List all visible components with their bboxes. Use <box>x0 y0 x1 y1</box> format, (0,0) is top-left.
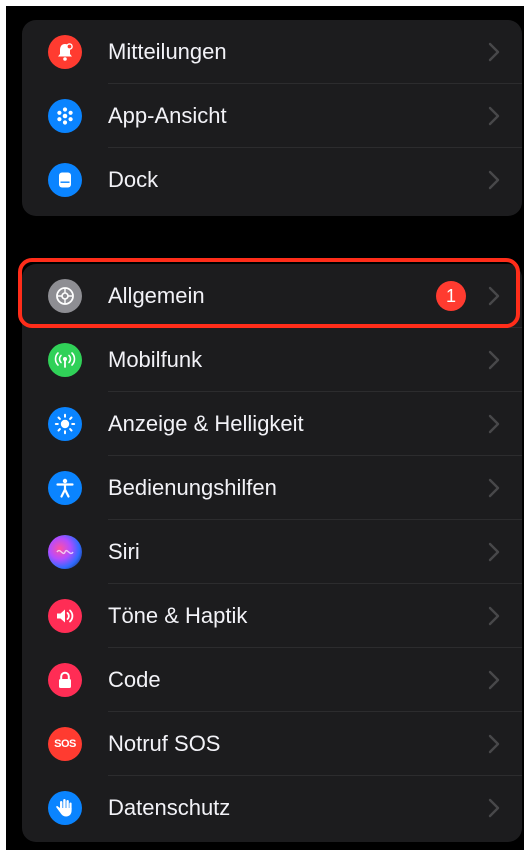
chevron-right-icon <box>488 414 500 434</box>
chevron-right-icon <box>488 350 500 370</box>
settings-row-mobilfunk[interactable]: Mobilfunk <box>22 328 522 392</box>
chevron-right-icon <box>488 42 500 62</box>
settings-row-siri[interactable]: Siri <box>22 520 522 584</box>
settings-row-toene-haptik[interactable]: Töne & Haptik <box>22 584 522 648</box>
chevron-right-icon <box>488 542 500 562</box>
speaker-icon <box>48 599 82 633</box>
chevron-right-icon <box>488 286 500 306</box>
siri-icon <box>48 535 82 569</box>
settings-row-datenschutz[interactable]: Datenschutz <box>22 776 522 840</box>
lock-icon <box>48 663 82 697</box>
chevron-right-icon <box>488 798 500 818</box>
brightness-sun-icon <box>48 407 82 441</box>
settings-row-label: Datenschutz <box>108 795 231 820</box>
antenna-icon <box>48 343 82 377</box>
settings-row-label: Siri <box>108 539 140 564</box>
settings-row-code[interactable]: Code <box>22 648 522 712</box>
accessibility-person-icon <box>48 471 82 505</box>
settings-row-label: Allgemein <box>108 283 205 308</box>
settings-row-app-ansicht[interactable]: App-Ansicht <box>22 84 522 148</box>
notification-badge: 1 <box>436 281 466 311</box>
chevron-right-icon <box>488 734 500 754</box>
settings-row-allgemein[interactable]: Allgemein 1 <box>22 264 522 328</box>
settings-row-dock[interactable]: Dock <box>22 148 522 212</box>
gear-icon <box>48 279 82 313</box>
settings-row-label: Anzeige & Helligkeit <box>108 411 304 436</box>
settings-row-notruf-sos[interactable]: SOS Notruf SOS <box>22 712 522 776</box>
chevron-right-icon <box>488 170 500 190</box>
settings-row-mitteilungen[interactable]: Mitteilungen <box>22 20 522 84</box>
hand-icon <box>48 791 82 825</box>
chevron-right-icon <box>488 670 500 690</box>
settings-row-label: App-Ansicht <box>108 103 227 128</box>
sos-icon-text: SOS <box>54 738 76 750</box>
settings-group-main: Allgemein 1 Mobilfunk Anzeige & Helligke… <box>22 264 522 842</box>
settings-row-label: Mobilfunk <box>108 347 203 372</box>
dock-icon <box>48 163 82 197</box>
app-grid-icon <box>48 99 82 133</box>
settings-row-bedienungshilfen[interactable]: Bedienungshilfen <box>22 456 522 520</box>
chevron-right-icon <box>488 606 500 626</box>
settings-row-label: Bedienungshilfen <box>108 475 277 500</box>
settings-row-label: Dock <box>108 167 159 192</box>
chevron-right-icon <box>488 478 500 498</box>
chevron-right-icon <box>488 106 500 126</box>
settings-row-anzeige-helligkeit[interactable]: Anzeige & Helligkeit <box>22 392 522 456</box>
settings-row-label: Code <box>108 667 161 692</box>
settings-row-label: Mitteilungen <box>108 39 227 64</box>
notification-bell-icon <box>48 35 82 69</box>
settings-screen: Mitteilungen App-Ansicht Dock Allgemein … <box>6 6 524 850</box>
settings-row-label: Notruf SOS <box>108 731 221 756</box>
sos-icon: SOS <box>48 727 82 761</box>
settings-row-label: Töne & Haptik <box>108 603 248 628</box>
settings-group-top: Mitteilungen App-Ansicht Dock <box>22 20 522 216</box>
